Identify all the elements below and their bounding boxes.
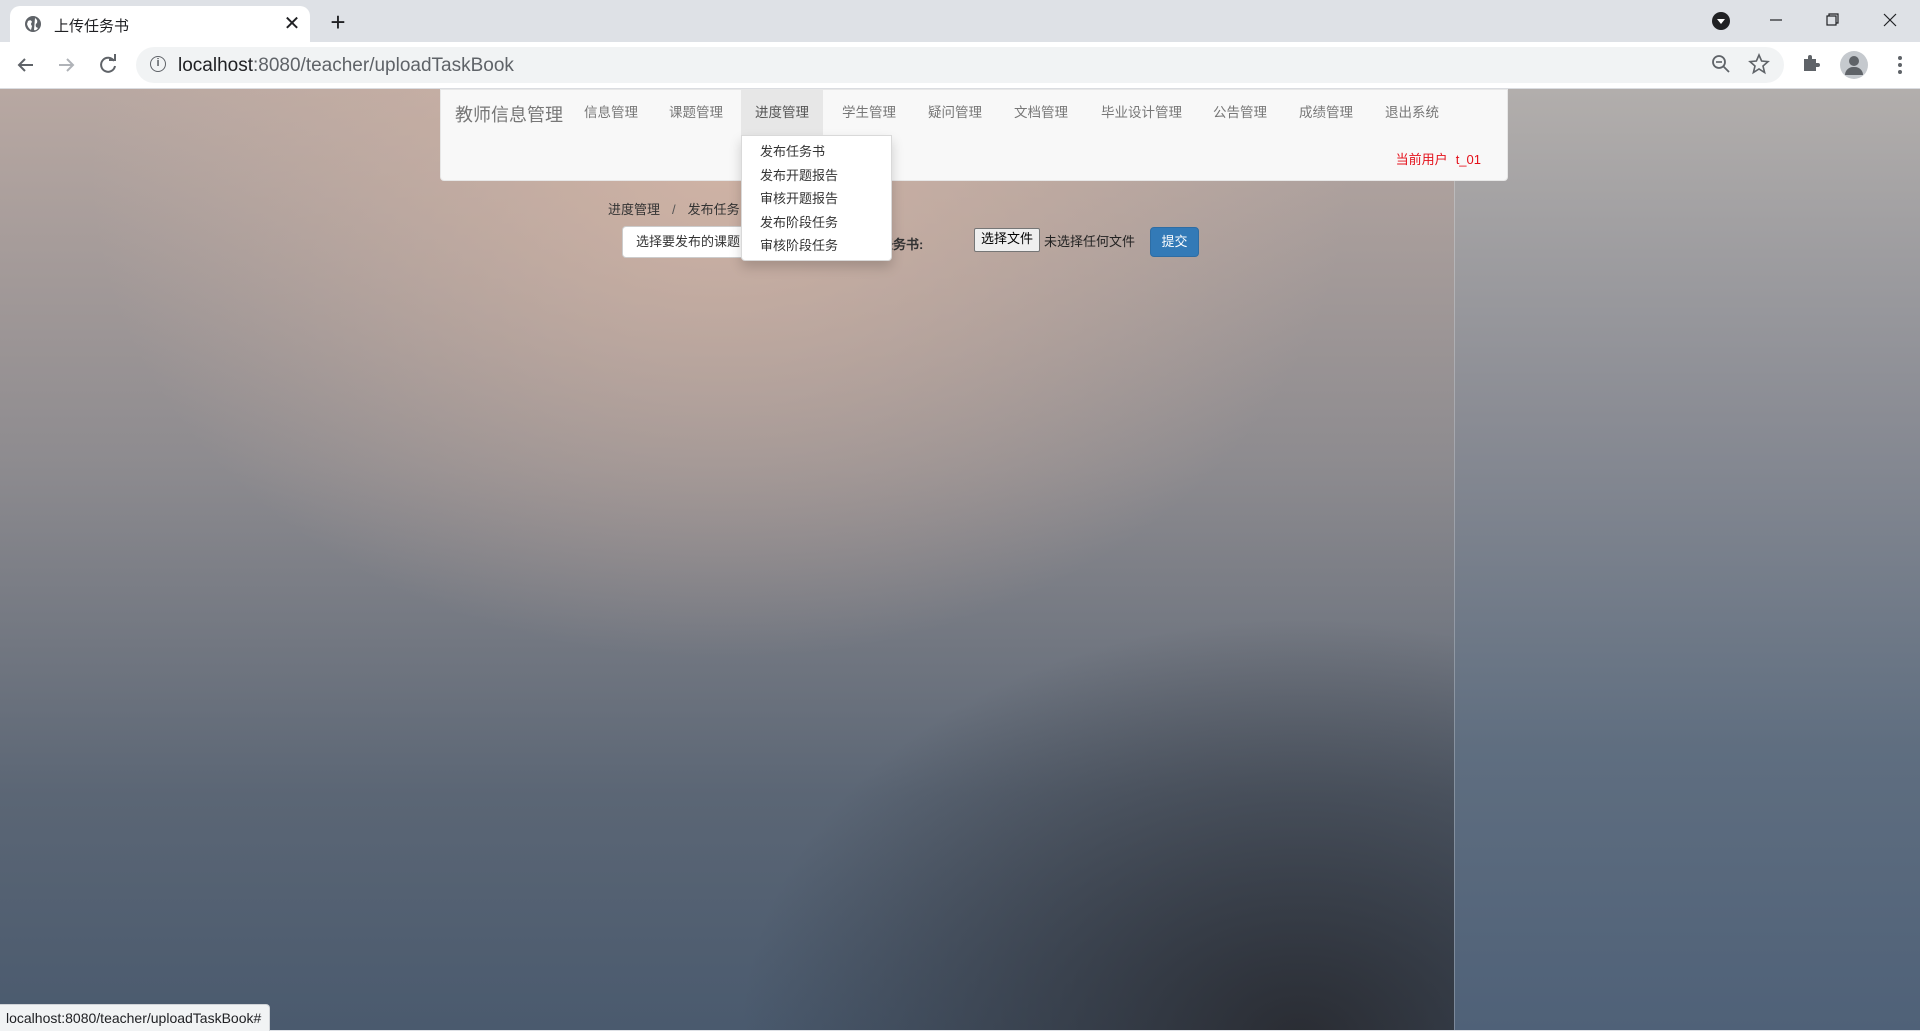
file-status-text: 未选择任何文件 xyxy=(1044,234,1136,249)
breadcrumb: 进度管理 / 发布任务 xyxy=(608,199,740,218)
url-text[interactable]: localhost:8080/teacher/uploadTaskBook xyxy=(178,55,514,77)
tab-search-icon[interactable] xyxy=(1712,12,1730,30)
browser-toolbar: i localhost:8080/teacher/uploadTaskBook xyxy=(0,42,1920,89)
globe-icon xyxy=(25,16,41,32)
extensions-puzzle-icon[interactable] xyxy=(1798,51,1826,79)
bookmark-star-icon[interactable] xyxy=(1746,52,1772,79)
nav-item-questions[interactable]: 疑问管理 xyxy=(914,90,996,136)
browser-tabstrip: 上传任务书 ✕ + xyxy=(0,0,1920,42)
nav-item-graduation-design[interactable]: 毕业设计管理 xyxy=(1087,90,1196,136)
nav-item-info[interactable]: 信息管理 xyxy=(570,90,652,136)
tab-title: 上传任务书 xyxy=(54,18,130,35)
nav-item-announcements[interactable]: 公告管理 xyxy=(1199,90,1281,136)
minimize-icon[interactable] xyxy=(1756,4,1796,36)
address-bar[interactable]: i localhost:8080/teacher/uploadTaskBook xyxy=(136,47,1784,83)
zoom-icon[interactable] xyxy=(1708,53,1734,79)
new-tab-icon[interactable]: + xyxy=(322,6,354,38)
dropdown-item-review-stage-task[interactable]: 审核阶段任务 xyxy=(742,234,891,258)
current-user-label: 当前用户 xyxy=(1395,152,1448,167)
nav-item-topics[interactable]: 课题管理 xyxy=(655,90,737,136)
topic-select[interactable]: 选择要发布的课题 xyxy=(622,226,752,258)
navbar-brand[interactable]: 教师信息管理 xyxy=(455,101,563,127)
site-info-icon[interactable]: i xyxy=(150,56,166,72)
nav-item-students[interactable]: 学生管理 xyxy=(828,90,910,136)
submit-button[interactable]: 提交 xyxy=(1150,227,1199,257)
progress-dropdown-menu: 发布任务书 发布开题报告 审核开题报告 发布阶段任务 审核阶段任务 xyxy=(741,135,892,261)
nav-item-grades[interactable]: 成绩管理 xyxy=(1285,90,1367,136)
close-window-icon[interactable] xyxy=(1870,4,1910,36)
current-user: 当前用户 t_01 xyxy=(1396,149,1481,168)
current-user-id: t_01 xyxy=(1455,152,1481,167)
dropdown-item-publish-task-book[interactable]: 发布任务书 xyxy=(742,140,891,164)
profile-avatar-icon[interactable] xyxy=(1840,51,1868,79)
breadcrumb-separator: / xyxy=(672,202,676,217)
breadcrumb-current: 发布任务 xyxy=(687,202,740,217)
choose-file-button[interactable]: 选择文件 xyxy=(974,228,1041,252)
restore-icon[interactable] xyxy=(1812,4,1852,36)
dropdown-item-publish-stage-task[interactable]: 发布阶段任务 xyxy=(742,211,891,235)
background-right-panel xyxy=(1454,89,1920,1030)
reload-icon[interactable] xyxy=(94,51,122,79)
nav-item-documents[interactable]: 文档管理 xyxy=(1000,90,1082,136)
close-tab-icon[interactable]: ✕ xyxy=(280,12,304,36)
breadcrumb-parent[interactable]: 进度管理 xyxy=(608,202,660,217)
browser-tab[interactable]: 上传任务书 ✕ xyxy=(10,6,310,42)
back-icon[interactable] xyxy=(12,51,40,79)
dropdown-item-publish-proposal[interactable]: 发布开题报告 xyxy=(742,164,891,188)
page-viewport: 教师信息管理 信息管理 课题管理 进度管理 学生管理 疑问管理 文档管理 毕业设… xyxy=(0,89,1920,1030)
menu-kebab-icon[interactable] xyxy=(1886,51,1914,79)
top-navbar: 教师信息管理 信息管理 课题管理 进度管理 学生管理 疑问管理 文档管理 毕业设… xyxy=(440,89,1508,181)
link-status-bubble: localhost:8080/teacher/uploadTaskBook# xyxy=(0,1004,271,1031)
nav-item-logout[interactable]: 退出系统 xyxy=(1371,90,1453,136)
dropdown-item-review-proposal[interactable]: 审核开题报告 xyxy=(742,187,891,211)
forward-icon[interactable] xyxy=(52,51,80,79)
nav-item-progress[interactable]: 进度管理 xyxy=(741,90,823,136)
